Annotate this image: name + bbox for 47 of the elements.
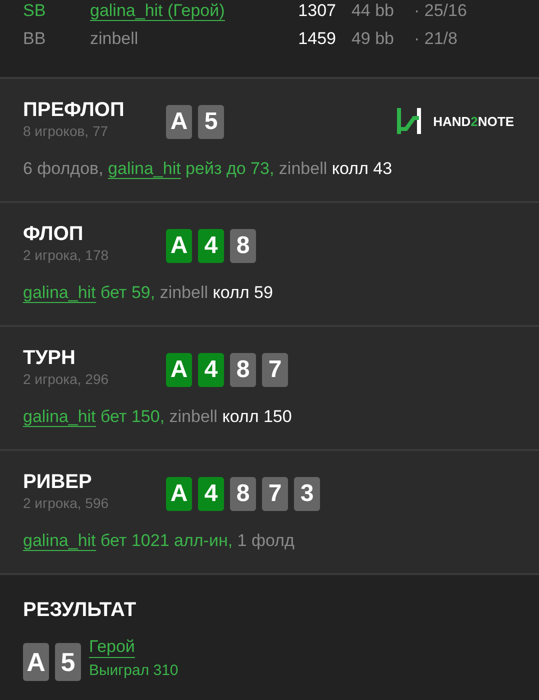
player-link[interactable]: galina_hit [23,283,96,303]
logo-icon [395,107,424,135]
position-label: SB [23,0,47,22]
street-subtitle: 2 игрока, 596 [23,495,110,511]
playing-card: 5 [55,643,81,681]
action-line: 6 фолдов, galina_hit рейз до 73, zinbell колл 43 [23,159,394,179]
playing-card: 3 [294,477,320,511]
stack-value: 1307 [297,0,336,22]
stack-bb: 49 bb [350,28,394,50]
position-label: BB [23,28,47,50]
playing-card: 8 [230,353,256,387]
street-title: ФЛОП [23,223,84,245]
result-outcome: Выиграл 310 [89,662,178,679]
playing-card: 8 [230,229,256,263]
player-link[interactable]: galina_hit [23,531,96,551]
player-stats: · 21/8 [414,28,458,50]
playing-card: 5 [198,105,224,139]
playing-card: A [166,229,192,263]
street-title: ТУРН [23,347,76,369]
player-link[interactable]: galina_hit (Герой) [90,1,225,21]
action-line: galina_hit бет 1021 алл-ин, 1 фолд [23,531,296,551]
street-title: ПРЕФЛОП [23,99,126,121]
logo-text: HAND2NOTE [433,114,514,128]
action-line: galina_hit бет 150, zinbell колл 150 [23,407,293,427]
playing-card: A [23,643,49,681]
player-link[interactable]: Герой [89,637,135,658]
street-subtitle: 2 игрока, 178 [23,247,110,263]
playing-card: 4 [198,353,224,387]
stack-bb: 44 bb [350,0,394,22]
playing-card: 4 [198,477,224,511]
action-line: galina_hit бет 59, zinbell колл 59 [23,283,274,303]
street-title: РИВЕР [23,471,93,493]
street-subtitle: 8 игроков, 77 [23,123,110,139]
result-title: РЕЗУЛЬТАТ [23,599,138,621]
playing-card: 7 [262,477,288,511]
player-name: zinbell [90,29,138,48]
stack-value: 1459 [297,28,336,50]
playing-card: 7 [262,353,288,387]
player-link[interactable]: galina_hit [23,407,96,427]
playing-card: A [166,105,192,139]
street-subtitle: 2 игрока, 296 [23,371,110,387]
player-link[interactable]: galina_hit [108,159,181,179]
player-stats: · 25/16 [414,0,467,22]
playing-card: 8 [230,477,256,511]
playing-card: A [166,477,192,511]
playing-card: A [166,353,192,387]
playing-card: 4 [198,229,224,263]
